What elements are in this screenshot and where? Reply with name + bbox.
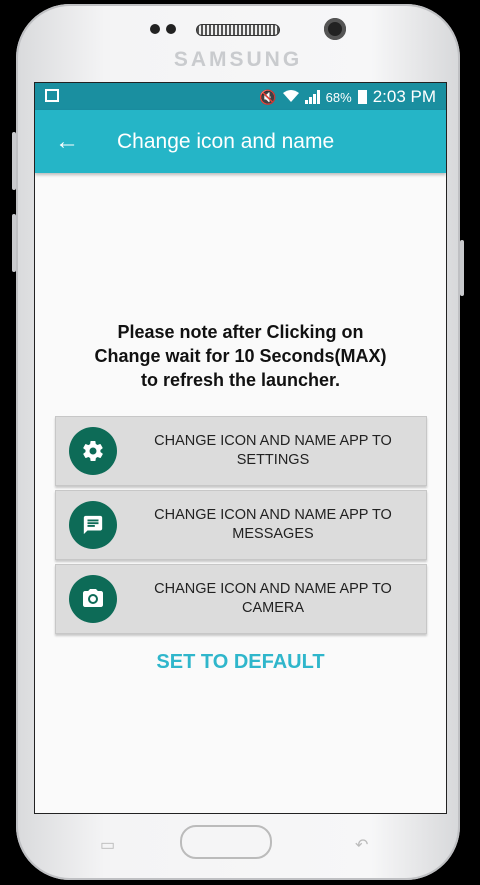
battery-percent: 68% xyxy=(325,89,352,105)
note-line: Change wait for 10 Seconds(MAX) xyxy=(94,346,387,366)
volume-button xyxy=(12,214,16,272)
change-to-settings-button[interactable]: CHANGE ICON AND NAME APP TO SETTINGS xyxy=(55,416,427,486)
signal-icon xyxy=(304,90,320,104)
page-title: Change icon and name xyxy=(117,130,335,153)
note-line: Please note after Clicking on xyxy=(117,322,364,342)
mute-icon: 🔇 xyxy=(259,88,277,105)
back-key-icon[interactable]: ↶ xyxy=(355,835,368,855)
arrow-left-icon[interactable]: ← xyxy=(55,128,79,156)
set-to-default-button[interactable]: SET TO DEFAULT xyxy=(35,651,446,674)
gear-icon xyxy=(69,427,117,475)
info-note: Please note after Clicking on Change wai… xyxy=(35,320,446,392)
app-bar: ← Change icon and name xyxy=(35,110,446,173)
note-line: to refresh the launcher. xyxy=(140,370,341,390)
home-button[interactable] xyxy=(180,825,272,859)
brand-logo: SAMSUNG xyxy=(173,48,303,71)
change-to-messages-button[interactable]: CHANGE ICON AND NAME APP TO MESSAGES xyxy=(55,490,427,560)
screenshot-notification-icon xyxy=(45,89,59,102)
power-button xyxy=(460,240,464,296)
option-label: CHANGE ICON AND NAME APP TO MESSAGES xyxy=(154,507,392,542)
front-camera-icon xyxy=(324,18,346,40)
sensor-dots xyxy=(150,24,176,34)
volume-button xyxy=(12,132,16,190)
status-bar: 🔇 68% 2:03 PM xyxy=(35,83,446,110)
recent-apps-icon[interactable]: ▭ xyxy=(100,835,115,855)
camera-icon xyxy=(69,575,117,623)
message-icon xyxy=(69,501,117,549)
wifi-icon xyxy=(282,89,299,106)
battery-charging-icon xyxy=(357,90,367,104)
clock: 2:03 PM xyxy=(372,87,436,106)
screen: 🔇 68% 2:03 PM ← Change icon and name Ple… xyxy=(34,82,447,814)
option-label: CHANGE ICON AND NAME APP TO CAMERA xyxy=(154,581,392,616)
change-to-camera-button[interactable]: CHANGE ICON AND NAME APP TO CAMERA xyxy=(55,564,427,634)
option-label: CHANGE ICON AND NAME APP TO SETTINGS xyxy=(154,433,392,468)
earpiece-speaker xyxy=(196,24,280,36)
